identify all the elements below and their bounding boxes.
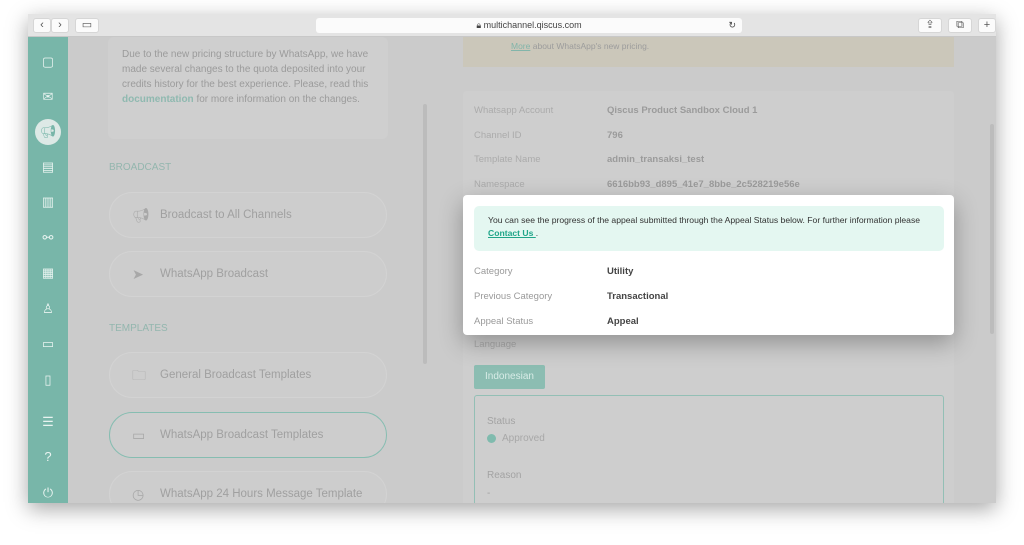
- back-button[interactable]: ‹: [33, 18, 51, 33]
- appeal-status-popup: You can see the progress of the appeal s…: [463, 195, 954, 335]
- analytics-icon[interactable]: ▥: [38, 192, 58, 212]
- sidebar-toggle-button[interactable]: ▭: [75, 18, 99, 33]
- mobile-icon[interactable]: ▯: [38, 370, 58, 390]
- right-scrollbar[interactable]: [990, 124, 994, 334]
- sidebar: ▢ ✉ 📢︎ ▤ ▥ ⚯ ▦ ♙ ▭ ▯ ☰ ? ⏻: [28, 37, 68, 503]
- documentation-link[interactable]: documentation: [122, 94, 194, 105]
- menu-broadcast-all-channels[interactable]: 📢︎ Broadcast to All Channels: [109, 192, 387, 238]
- status-dot-icon: [487, 434, 496, 443]
- menu-24h-template[interactable]: ◷ WhatsApp 24 Hours Message Template: [109, 471, 387, 503]
- share-button[interactable]: ⇪: [918, 18, 942, 33]
- reload-icon[interactable]: ↻: [728, 18, 736, 33]
- pricing-notice: Due to the new pricing structure by What…: [108, 37, 388, 139]
- chat-icon[interactable]: ▢: [38, 52, 58, 72]
- folder-icon: 🗀: [132, 367, 146, 383]
- more-link[interactable]: More: [511, 41, 530, 51]
- apps-icon[interactable]: ▦: [38, 263, 58, 283]
- forward-button[interactable]: ›: [51, 18, 69, 33]
- previous-category-row: Previous Category Transactional: [474, 291, 669, 302]
- contact-us-link[interactable]: Contact Us: [488, 228, 536, 238]
- settings-sliders-icon[interactable]: ☰: [38, 412, 58, 432]
- detail-row: Whatsapp Account Qiscus Product Sandbox C…: [474, 105, 758, 116]
- lock-icon: 🔒︎: [476, 20, 484, 30]
- broadcast-menu: Due to the new pricing structure by What…: [68, 37, 428, 503]
- menu-whatsapp-templates[interactable]: ▭ WhatsApp Broadcast Templates: [109, 412, 387, 458]
- menu-whatsapp-broadcast[interactable]: ➤ WhatsApp Broadcast: [109, 251, 387, 297]
- integration-icon[interactable]: ⚯: [38, 228, 58, 248]
- send-icon: ➤: [132, 266, 144, 282]
- broadcast-heading: BROADCAST: [109, 162, 172, 173]
- reason-value: -: [487, 488, 491, 499]
- appeal-info-note: You can see the progress of the appeal s…: [474, 206, 944, 251]
- status-label: Status: [487, 416, 516, 427]
- address-bar[interactable]: 🔒︎ multichannel.qiscus.com ↻: [316, 18, 742, 33]
- mail-icon[interactable]: ✉: [38, 87, 58, 107]
- language-label: Language: [474, 339, 517, 350]
- detail-row: Template Name admin_transaksi_test: [474, 154, 705, 165]
- browser-toolbar: ‹ › ▭ 🔒︎ multichannel.qiscus.com ↻ ⇪ ⧉ +: [28, 14, 996, 37]
- ticket-icon[interactable]: ▭: [38, 334, 58, 354]
- new-tab-button[interactable]: +: [978, 18, 996, 33]
- tabs-button[interactable]: ⧉: [948, 18, 972, 33]
- megaphone-icon[interactable]: 📢︎: [35, 119, 61, 145]
- left-scrollbar[interactable]: [423, 104, 427, 364]
- detail-row: Channel ID 796: [474, 130, 623, 141]
- power-icon[interactable]: ⏻: [38, 483, 58, 503]
- pricing-banner: More about WhatsApp's new pricing.: [463, 37, 954, 67]
- templates-heading: TEMPLATES: [109, 323, 168, 334]
- user-icon[interactable]: ♙: [38, 299, 58, 319]
- help-icon[interactable]: ?: [38, 447, 58, 467]
- language-tab-indonesian[interactable]: Indonesian: [474, 365, 545, 389]
- archive-icon: ▭: [132, 427, 146, 443]
- status-box: Status Approved Reason -: [474, 395, 944, 503]
- clock-icon: ◷: [132, 486, 145, 502]
- megaphone-icon: 📢︎: [132, 207, 150, 223]
- reason-label: Reason: [487, 470, 522, 481]
- appeal-status-row: Appeal Status Appeal: [474, 316, 639, 327]
- category-row: Category Utility: [474, 266, 634, 277]
- status-value: Approved: [502, 433, 545, 444]
- menu-general-templates[interactable]: 🗀 General Broadcast Templates: [109, 352, 387, 398]
- url-text: multichannel.qiscus.com: [483, 20, 582, 30]
- contact-card-icon[interactable]: ▤: [38, 157, 58, 177]
- detail-row: Namespace 6616bb93_d895_41e7_8bbe_2c52821…: [474, 179, 800, 190]
